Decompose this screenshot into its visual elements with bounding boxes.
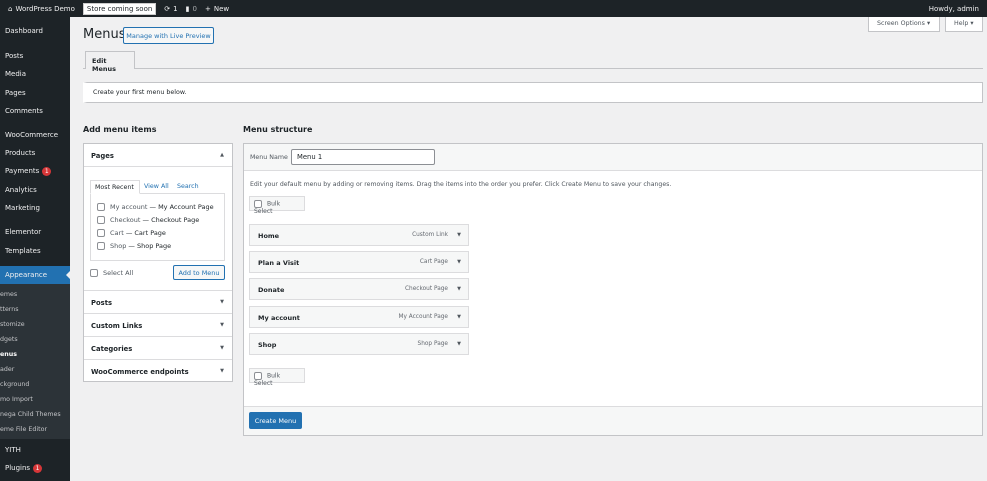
menu-name-input[interactable]: Menu 1 — [291, 149, 435, 165]
page-option[interactable]: Cart — Cart Page — [97, 229, 166, 237]
account-menu[interactable]: Howdy, admin — [929, 5, 979, 13]
add-to-menu-button[interactable]: Add to Menu — [173, 265, 225, 280]
menu-item[interactable]: My account My Account Page ▼ — [249, 306, 469, 328]
site-link[interactable]: ⌂ WordPress Demo — [8, 5, 75, 13]
select-all[interactable]: Select All — [90, 269, 133, 277]
new-link[interactable]: + New — [205, 5, 229, 13]
updates-icon: ⟳ — [164, 4, 171, 13]
checkbox[interactable] — [97, 216, 105, 224]
checkbox[interactable] — [97, 203, 105, 211]
dropdown-arrow-icon[interactable]: ▼ — [457, 341, 461, 347]
dropdown-arrow-icon[interactable]: ▼ — [457, 286, 461, 292]
page-option[interactable]: My account — My Account Page — [97, 203, 214, 211]
submenu-demo-import[interactable]: mo Import — [0, 396, 33, 403]
add-menu-items-heading: Add menu items — [83, 125, 157, 134]
sidebar-item-dashboard[interactable]: Dashboard — [5, 27, 43, 35]
plugins-badge: 1 — [33, 464, 43, 473]
sidebar-item-plugins[interactable]: Plugins 1 — [5, 464, 43, 473]
menu-structure-heading: Menu structure — [243, 125, 313, 134]
menu-item[interactable]: Home Custom Link ▼ — [249, 224, 469, 246]
comments-link[interactable]: ▮ 0 — [186, 5, 197, 13]
admin-bar: ⌂ WordPress Demo Store coming soon ⟳ 1 ▮ 0 … — [0, 0, 987, 17]
current-arrow-icon — [66, 271, 70, 279]
live-preview-button[interactable]: Manage with Live Preview — [123, 27, 214, 44]
posts-section[interactable]: Posts ▼ — [84, 290, 232, 313]
collapse-icon: ▲ — [220, 152, 224, 158]
sidebar-item-templates[interactable]: Templates — [5, 247, 41, 255]
payments-badge: 1 — [42, 167, 52, 176]
home-icon: ⌂ — [8, 4, 13, 13]
page-option[interactable]: Checkout — Checkout Page — [97, 216, 199, 224]
expand-icon: ▼ — [220, 322, 224, 328]
menu-item[interactable]: Shop Shop Page ▼ — [249, 333, 469, 355]
sidebar-item-elementor[interactable]: Elementor — [5, 228, 41, 236]
submenu-child-themes[interactable]: nega Child Themes — [0, 411, 61, 418]
dropdown-arrow-icon[interactable]: ▼ — [457, 259, 461, 265]
checkbox[interactable] — [90, 269, 98, 277]
categories-section[interactable]: Categories ▼ — [84, 336, 232, 359]
sidebar-item-media[interactable]: Media — [5, 70, 26, 78]
tab-divider — [83, 68, 983, 69]
sidebar-item-marketing[interactable]: Marketing — [5, 204, 40, 212]
notice: Create your first menu below. — [83, 82, 983, 103]
bulk-select-top[interactable]: Bulk Select — [249, 196, 305, 215]
updates-link[interactable]: ⟳ 1 — [164, 5, 177, 13]
menu-item[interactable]: Plan a Visit Cart Page ▼ — [249, 251, 469, 273]
sidebar-item-analytics[interactable]: Analytics — [5, 186, 37, 194]
submenu-background[interactable]: ckground — [0, 381, 29, 388]
page-title: Menus — [83, 27, 126, 42]
tab-search[interactable]: Search — [177, 183, 199, 190]
dropdown-arrow-icon[interactable]: ▼ — [457, 314, 461, 320]
custom-links-section[interactable]: Custom Links ▼ — [84, 313, 232, 336]
tab-edit-menus[interactable]: Edit Menus — [85, 51, 135, 73]
admin-sidebar: Dashboard Posts Media Pages Comments Woo… — [0, 17, 70, 481]
menu-name-label: Menu Name — [250, 154, 288, 161]
sidebar-item-appearance[interactable]: Appearance — [0, 266, 70, 284]
checkbox[interactable] — [254, 372, 262, 380]
expand-icon: ▼ — [220, 368, 224, 374]
sidebar-item-yith[interactable]: YITH — [5, 446, 21, 454]
sidebar-item-posts[interactable]: Posts — [5, 52, 23, 60]
checkbox[interactable] — [97, 242, 105, 250]
woocommerce-endpoints-section[interactable]: WooCommerce endpoints ▼ — [84, 359, 232, 382]
submenu-customize[interactable]: stomize — [0, 321, 25, 328]
tab-most-recent[interactable]: Most Recent — [90, 180, 140, 194]
sidebar-item-products[interactable]: Products — [5, 149, 35, 157]
tab-view-all[interactable]: View All — [144, 183, 169, 190]
submenu-widgets[interactable]: dgets — [0, 336, 18, 343]
screen-options-button[interactable]: Screen Options ▾ — [868, 17, 940, 32]
store-status-badge[interactable]: Store coming soon — [82, 2, 157, 15]
comment-icon: ▮ — [185, 4, 190, 13]
bulk-select-bottom[interactable]: Bulk Select — [249, 368, 305, 387]
sidebar-item-woocommerce[interactable]: WooCommerce — [5, 131, 58, 139]
dropdown-arrow-icon[interactable]: ▼ — [457, 232, 461, 238]
submenu-menus[interactable]: enus — [0, 351, 17, 358]
expand-icon: ▼ — [220, 345, 224, 351]
expand-icon: ▼ — [220, 299, 224, 305]
add-items-panel: Pages ▲ Most Recent View All Search My ac… — [83, 143, 233, 382]
sidebar-item-comments[interactable]: Comments — [5, 107, 43, 115]
pages-list: My account — My Account Page Checkout — … — [90, 193, 225, 261]
sidebar-item-pages[interactable]: Pages — [5, 89, 26, 97]
menu-footer — [244, 407, 982, 435]
appearance-submenu: emes tterns stomize dgets enus ader ckgr… — [0, 284, 70, 439]
menu-item[interactable]: Donate Checkout Page ▼ — [249, 278, 469, 300]
submenu-patterns[interactable]: tterns — [0, 306, 19, 313]
submenu-header[interactable]: ader — [0, 366, 14, 373]
menu-description: Edit your default menu by adding or remo… — [250, 181, 672, 188]
create-menu-button[interactable]: Create Menu — [249, 412, 302, 429]
plus-icon: + — [204, 4, 211, 13]
sidebar-item-payments[interactable]: Payments 1 — [5, 167, 52, 176]
pages-section-header[interactable]: Pages ▲ — [84, 144, 232, 167]
checkbox[interactable] — [254, 200, 262, 208]
checkbox[interactable] — [97, 229, 105, 237]
submenu-theme-file-editor[interactable]: eme File Editor — [0, 426, 47, 433]
page-option[interactable]: Shop — Shop Page — [97, 242, 171, 250]
submenu-themes[interactable]: emes — [0, 291, 17, 298]
help-button[interactable]: Help ▾ — [945, 17, 983, 32]
